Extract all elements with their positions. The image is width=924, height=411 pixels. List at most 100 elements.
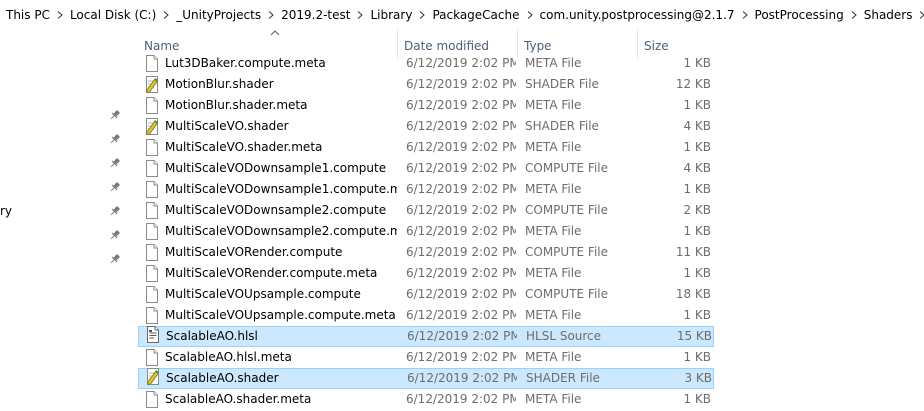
file-size: 11 KB xyxy=(675,245,711,259)
file-row[interactable]: MultiScaleVODownsample1.compute.me... 6/1… xyxy=(138,179,714,200)
navigation-pane: ry xyxy=(0,30,130,404)
shader-file-icon xyxy=(144,118,160,136)
pin-icon[interactable] xyxy=(108,180,122,194)
file-name: ScalableAO.hlsl xyxy=(166,329,258,343)
file-type: COMPUTE File xyxy=(525,287,609,301)
file-type: META File xyxy=(525,308,582,322)
breadcrumb-item[interactable]: PostProcessing xyxy=(749,4,850,26)
file-row[interactable]: MultiScaleVO.shader.meta 6/12/2019 2:02 P… xyxy=(138,137,714,158)
file-row[interactable]: ScalableAO.shader 6/12/2019 2:02 PM SHADER… xyxy=(138,368,714,389)
file-icon xyxy=(144,286,160,303)
file-name: Lut3DBaker.compute.meta xyxy=(165,56,326,70)
file-date-modified: 6/12/2019 2:02 PM xyxy=(406,203,516,217)
file-size: 1 KB xyxy=(683,266,711,280)
file-name: MultiScaleVORender.compute.meta xyxy=(165,266,378,280)
breadcrumb-item[interactable]: Shaders xyxy=(858,4,919,26)
file-row[interactable]: MultiScaleVODownsample2.compute.me... 6/1… xyxy=(138,221,714,242)
file-name: MultiScaleVOUpsample.compute.meta xyxy=(165,308,396,322)
file-row[interactable]: MultiScaleVORender.compute.meta 6/12/2019… xyxy=(138,263,714,284)
file-row[interactable]: Lut3DBaker.compute.meta 6/12/2019 2:02 PM… xyxy=(138,53,714,74)
breadcrumb-item[interactable]: com.unity.postprocessing@2.1.7 xyxy=(534,4,741,26)
file-type: META File xyxy=(525,98,582,112)
file-name: MultiScaleVO.shader xyxy=(165,119,289,133)
chevron-right-icon[interactable] xyxy=(526,4,534,26)
file-row[interactable]: MotionBlur.shader.meta 6/12/2019 2:02 PM M… xyxy=(138,95,714,116)
file-type: SHADER File xyxy=(525,119,599,133)
file-date-modified: 6/12/2019 2:02 PM xyxy=(407,371,517,385)
file-size: 1 KB xyxy=(683,350,711,364)
file-size: 1 KB xyxy=(683,98,711,112)
breadcrumb-item[interactable]: This PC xyxy=(0,4,56,26)
file-name: MotionBlur.shader.meta xyxy=(165,98,308,112)
file-icon xyxy=(144,349,160,366)
file-size: 3 KB xyxy=(684,371,712,385)
file-date-modified: 6/12/2019 2:02 PM xyxy=(407,329,517,343)
chevron-right-icon[interactable] xyxy=(356,4,364,26)
file-row[interactable]: ScalableAO.hlsl 6/12/2019 2:02 PM HLSL Sou… xyxy=(138,326,714,347)
sort-ascending-icon xyxy=(270,30,280,36)
file-date-modified: 6/12/2019 2:02 PM xyxy=(406,161,516,175)
file-type: HLSL Source xyxy=(526,329,602,343)
file-type: SHADER File xyxy=(525,77,599,91)
pin-icon[interactable] xyxy=(108,228,122,242)
file-name: ScalableAO.shader xyxy=(166,371,279,385)
chevron-right-icon[interactable] xyxy=(418,4,426,26)
chevron-right-icon[interactable] xyxy=(267,4,275,26)
file-date-modified: 6/12/2019 2:02 PM xyxy=(406,266,516,280)
file-date-modified: 6/12/2019 2:02 PM xyxy=(406,182,516,196)
file-size: 4 KB xyxy=(683,119,711,133)
file-icon xyxy=(144,391,160,408)
file-name: MultiScaleVODownsample2.compute.me... xyxy=(165,224,397,238)
file-name: MultiScaleVO.shader.meta xyxy=(165,140,323,154)
breadcrumb-item[interactable]: _UnityProjects xyxy=(170,4,267,26)
breadcrumb-item[interactable]: PackageCache xyxy=(426,4,525,26)
file-date-modified: 6/12/2019 2:02 PM xyxy=(406,350,516,364)
file-row[interactable]: MultiScaleVOUpsample.compute.meta 6/12/20… xyxy=(138,305,714,326)
chevron-right-icon[interactable] xyxy=(56,4,64,26)
file-date-modified: 6/12/2019 2:02 PM xyxy=(406,119,516,133)
nav-item-label[interactable]: ry xyxy=(0,204,12,218)
file-icon xyxy=(144,160,160,177)
breadcrumb-item[interactable]: Local Disk (C:) xyxy=(64,4,162,26)
file-row[interactable]: MultiScaleVOUpsample.compute 6/12/2019 2:… xyxy=(138,284,714,305)
file-row[interactable]: MotionBlur.shader 6/12/2019 2:02 PM SHADER… xyxy=(138,74,714,95)
file-date-modified: 6/12/2019 2:02 PM xyxy=(406,287,516,301)
file-icon xyxy=(144,244,160,261)
file-type: META File xyxy=(525,266,582,280)
file-type: COMPUTE File xyxy=(525,161,609,175)
chevron-right-icon[interactable] xyxy=(850,4,858,26)
file-name: MultiScaleVODownsample1.compute.me... xyxy=(165,182,397,196)
file-row[interactable]: MultiScaleVODownsample2.compute 6/12/2019… xyxy=(138,200,714,221)
file-row[interactable]: MultiScaleVORender.compute 6/12/2019 2:02… xyxy=(138,242,714,263)
file-size: 1 KB xyxy=(683,182,711,196)
file-row[interactable]: MultiScaleVODownsample1.compute 6/12/2019… xyxy=(138,158,714,179)
file-size: 1 KB xyxy=(683,392,711,406)
chevron-right-icon[interactable] xyxy=(918,4,924,26)
file-name: ScalableAO.shader.meta xyxy=(165,392,312,406)
breadcrumb-item[interactable]: Library xyxy=(364,4,418,26)
file-icon xyxy=(144,265,160,282)
file-icon xyxy=(144,55,160,72)
chevron-right-icon[interactable] xyxy=(162,4,170,26)
pin-icon[interactable] xyxy=(108,252,122,266)
file-date-modified: 6/12/2019 2:02 PM xyxy=(406,392,516,406)
file-icon xyxy=(144,202,160,219)
file-date-modified: 6/12/2019 2:02 PM xyxy=(406,224,516,238)
file-date-modified: 6/12/2019 2:02 PM xyxy=(406,56,516,70)
pin-icon[interactable] xyxy=(108,204,122,218)
file-size: 1 KB xyxy=(683,308,711,322)
file-date-modified: 6/12/2019 2:02 PM xyxy=(406,140,516,154)
file-size: 15 KB xyxy=(676,329,712,343)
file-size: 2 KB xyxy=(683,203,711,217)
breadcrumb-item[interactable]: 2019.2-test xyxy=(275,4,356,26)
file-name: MultiScaleVODownsample1.compute xyxy=(165,161,387,175)
chevron-right-icon[interactable] xyxy=(741,4,749,26)
file-name: MultiScaleVODownsample2.compute xyxy=(165,203,387,217)
file-row[interactable]: ScalableAO.hlsl.meta 6/12/2019 2:02 PM MET… xyxy=(138,347,714,368)
file-row[interactable]: MultiScaleVO.shader 6/12/2019 2:02 PM SHAD… xyxy=(138,116,714,137)
pin-icon[interactable] xyxy=(108,132,122,146)
pin-icon[interactable] xyxy=(108,156,122,170)
pin-icon[interactable] xyxy=(108,108,122,122)
file-row[interactable]: ScalableAO.shader.meta 6/12/2019 2:02 PM M… xyxy=(138,389,714,410)
file-type: SHADER File xyxy=(526,371,600,385)
